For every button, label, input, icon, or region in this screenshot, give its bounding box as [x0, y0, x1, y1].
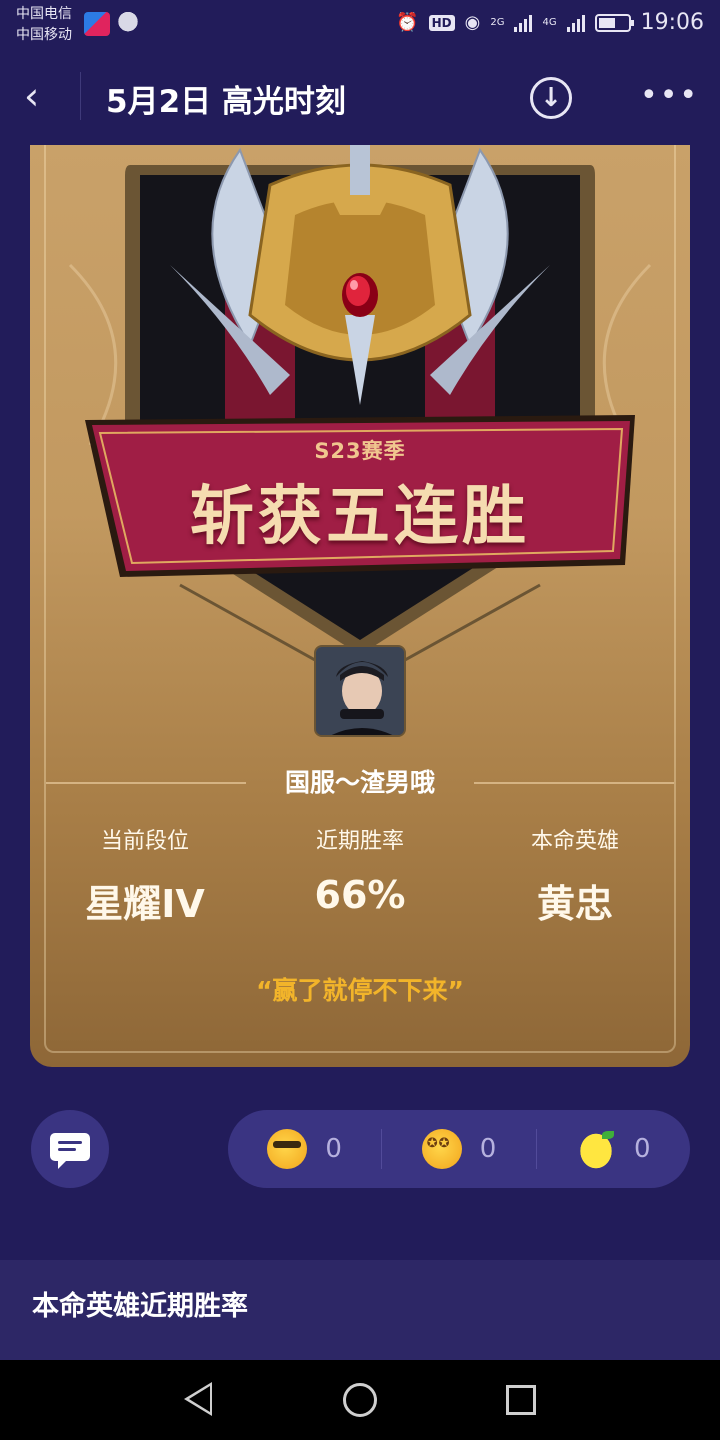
reaction-star-eyes[interactable]: 0: [381, 1129, 535, 1169]
eye-icon: ◉: [464, 12, 481, 33]
stat-value: 黄忠: [536, 882, 613, 926]
reaction-count: 0: [634, 1134, 651, 1164]
carrier-1: 中国电信: [16, 6, 72, 22]
reaction-lemon[interactable]: 0: [535, 1129, 690, 1169]
download-icon[interactable]: ↓: [530, 77, 572, 119]
player-name: 国服～渣男哦: [284, 768, 435, 797]
stat-label: 当前段位: [100, 829, 189, 854]
signal-icon-2: [566, 14, 585, 32]
qq-icon: [118, 12, 138, 36]
signal-icon: [514, 14, 533, 32]
hd-badge: HD: [428, 14, 455, 31]
name-divider-right: [474, 782, 674, 784]
battery-icon: [594, 13, 634, 32]
cool-sunglasses-emoji-icon: [267, 1129, 308, 1169]
system-nav-bar: [0, 1360, 720, 1440]
network-2g-label: 2G: [490, 17, 505, 28]
lemon-emoji-icon: [576, 1129, 617, 1169]
status-bar: 中国电信 中国移动 ⏰ HD ◉ 2G 4G 19:06: [0, 0, 720, 50]
carrier-2: 中国移动: [16, 27, 72, 43]
stat-rank: 当前段位 星耀IV: [35, 823, 255, 928]
stat-hero: 本命英雄 黄忠: [465, 823, 685, 928]
star-eyes-emoji-icon: [421, 1129, 462, 1169]
comment-button[interactable]: [31, 1110, 109, 1188]
clock: 19:06: [640, 10, 704, 35]
stat-label: 近期胜率: [315, 829, 404, 854]
avatar[interactable]: [314, 645, 406, 737]
headline: 斩获五连胜: [190, 480, 530, 554]
notification-icons: [84, 12, 138, 36]
avatar-image: [316, 647, 404, 735]
network-4g-label: 4G: [542, 17, 557, 28]
back-chevron-icon[interactable]: ‹: [24, 76, 60, 116]
nav-back-icon[interactable]: [184, 1382, 212, 1416]
nav-recents-icon[interactable]: [506, 1385, 536, 1415]
alarm-icon: ⏰: [396, 12, 419, 33]
reaction-count: 0: [325, 1134, 342, 1164]
app-bar: ‹ 5月2日 高光时刻 ↓ •••: [0, 50, 720, 142]
hero-winrate-section: 本命英雄近期胜率: [0, 1260, 720, 1360]
stat-winrate: 近期胜率 66%: [250, 823, 470, 917]
nav-home-icon[interactable]: [343, 1383, 377, 1417]
status-indicators: ⏰ HD ◉ 2G 4G 19:06: [396, 10, 704, 35]
reaction-cool[interactable]: 0: [228, 1129, 381, 1169]
rank-emblem: [68, 145, 652, 685]
stat-label: 本命英雄: [530, 829, 619, 854]
comment-icon: [50, 1133, 90, 1169]
quote: “赢了就停不下来”: [256, 976, 464, 1005]
reaction-bar: 0 0 0: [228, 1110, 690, 1188]
page-title: 5月2日 高光时刻: [106, 84, 346, 120]
highlight-card: S23赛季 斩获五连胜 国服～渣男哦 当前段位 星耀IV 近期胜率 66% 本命…: [30, 145, 690, 1067]
stat-value: 星耀IV: [85, 882, 205, 926]
section-title: 本命英雄近期胜率: [32, 1291, 248, 1322]
season-label: S23赛季: [314, 439, 406, 463]
stat-value: 66%: [314, 873, 406, 917]
video-app-icon: [84, 12, 110, 36]
reaction-count: 0: [479, 1134, 497, 1164]
more-dots-icon[interactable]: •••: [640, 76, 699, 116]
carrier-labels: 中国电信 中国移动: [16, 4, 72, 46]
header-divider: [80, 72, 81, 120]
